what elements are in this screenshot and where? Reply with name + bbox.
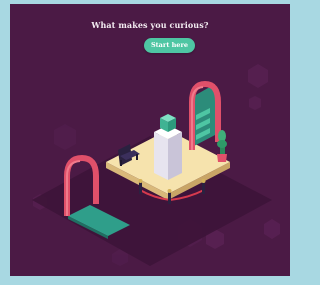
page-gap (10, 276, 290, 285)
pedestal (154, 125, 182, 180)
plant-icon (217, 130, 227, 162)
stairs-icon (194, 84, 215, 146)
hero-panel: What makes you curious? Start here (10, 4, 290, 276)
start-here-button[interactable]: Start here (144, 38, 195, 53)
page-title: What makes you curious? (91, 20, 209, 30)
